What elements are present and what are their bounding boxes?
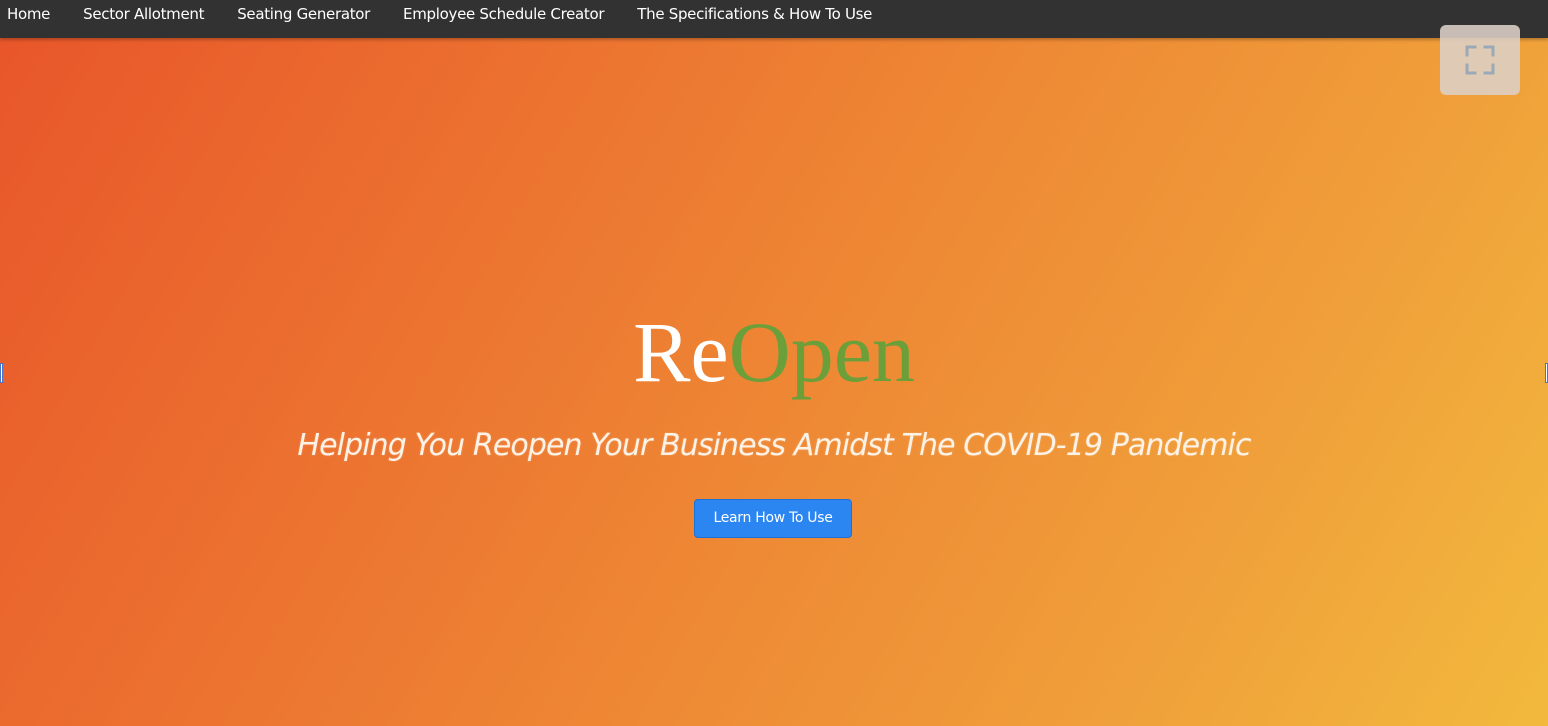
nav-item-sector-allotment[interactable]: Sector Allotment [83, 0, 204, 28]
hero-title-open: Open [728, 304, 915, 400]
top-navbar: Home Sector Allotment Seating Generator … [0, 0, 1548, 38]
fullscreen-icon [1465, 45, 1495, 75]
nav-menu: Home Sector Allotment Seating Generator … [0, 0, 872, 28]
hero-subtitle: Helping You Reopen Your Business Amidst … [297, 428, 1251, 463]
nav-item-seating-generator[interactable]: Seating Generator [237, 0, 370, 28]
learn-how-to-use-button[interactable]: Learn How To Use [694, 499, 852, 538]
hero-title: ReOpen [0, 300, 1548, 404]
hero-title-re: Re [633, 304, 729, 400]
nav-item-employee-schedule-creator[interactable]: Employee Schedule Creator [403, 0, 605, 28]
fullscreen-button[interactable] [1440, 25, 1520, 95]
nav-item-home[interactable]: Home [7, 0, 50, 28]
nav-item-specifications-how-to-use[interactable]: The Specifications & How To Use [637, 0, 872, 28]
